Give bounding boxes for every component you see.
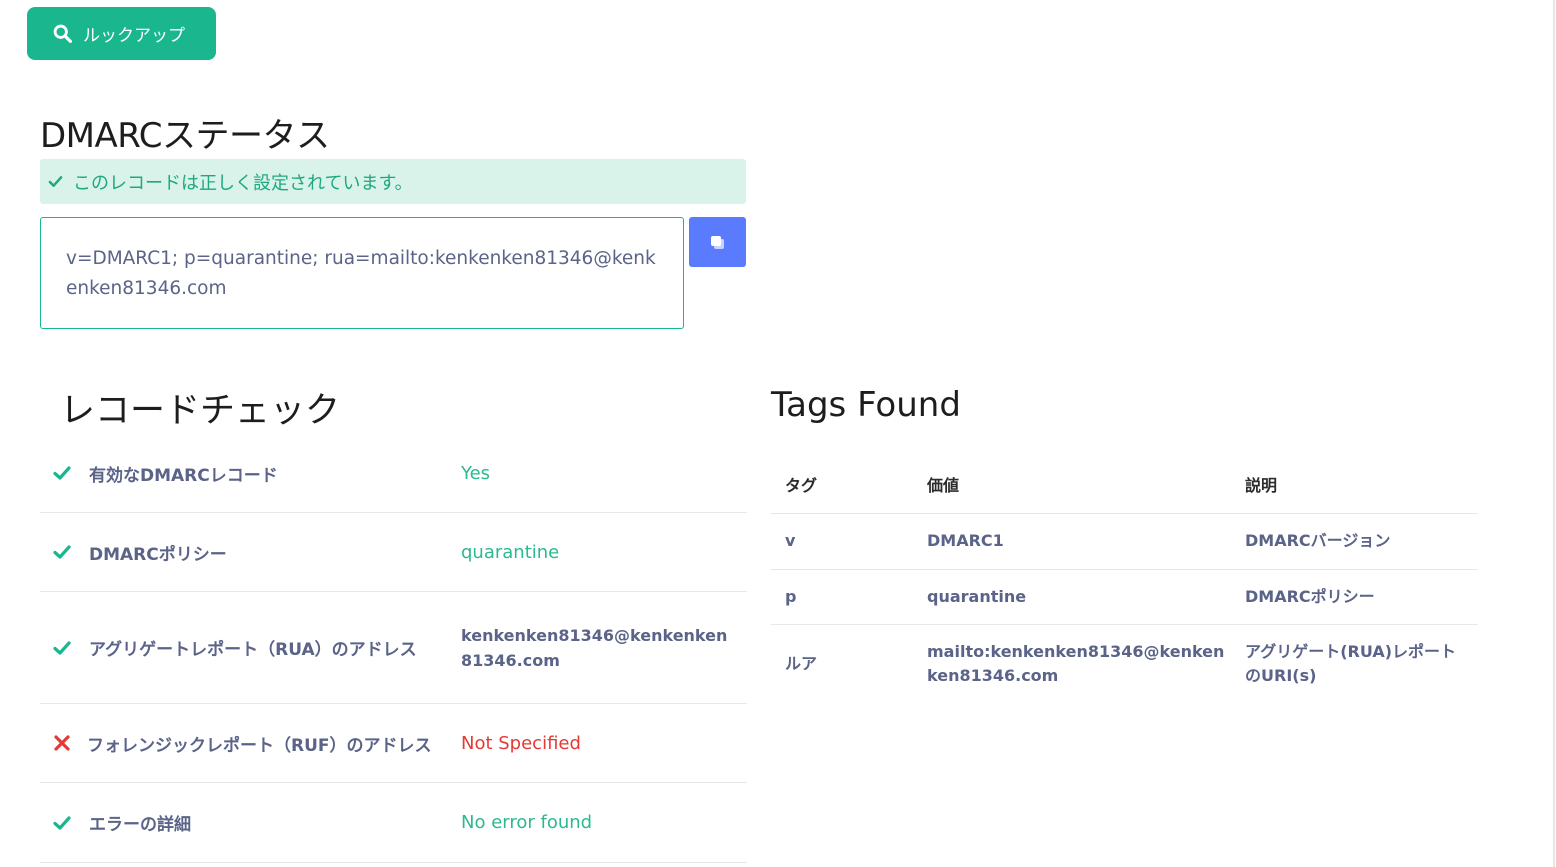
check-icon [48, 176, 63, 187]
lookup-button-label: ルックアップ [83, 26, 185, 46]
description-cell: DMARCバージョン [1245, 513, 1478, 570]
check-label: DMARCポリシー [89, 544, 227, 565]
table-row: v DMARC1 DMARCバージョン [771, 513, 1478, 570]
check-row-policy: DMARCポリシー quarantine [40, 513, 747, 592]
column-header-tag: タグ [771, 455, 927, 514]
copy-button[interactable] [689, 217, 746, 267]
record-check-title: レコードチェック [60, 391, 341, 431]
search-icon [53, 24, 72, 43]
value-cell: mailto:kenkenken81346@kenkenken81346.com [927, 642, 1225, 686]
check-icon [51, 462, 73, 484]
check-row-rua: アグリゲートレポート（RUA）のアドレス kenkenken81346@kenk… [40, 592, 747, 704]
lookup-button[interactable]: ルックアップ [27, 7, 216, 60]
tags-table: タグ 価値 説明 v DMARC1 DMARCバージョン p quarantin… [771, 455, 1478, 704]
check-row-ruf: フォレンジックレポート（RUF）のアドレス Not Specified [40, 704, 747, 783]
check-label: 有効なDMARCレコード [89, 465, 278, 486]
check-row-errors: エラーの詳細 No error found [40, 783, 747, 863]
check-value: kenkenken81346@kenkenken81346.com [461, 625, 728, 670]
success-alert: このレコードは正しく設定されています。 [40, 159, 746, 204]
description-cell: アグリゲート(RUA)レポートのURI(s) [1245, 642, 1457, 686]
check-value: Not Specified [461, 732, 581, 754]
value-cell: DMARC1 [927, 513, 1245, 570]
record-check-list: 有効なDMARCレコード Yes DMARCポリシー quarantine アグ… [40, 434, 747, 863]
check-value: quarantine [461, 541, 560, 563]
check-row-valid-record: 有効なDMARCレコード Yes [40, 434, 747, 513]
table-row: ルア mailto:kenkenken81346@kenkenken81346.… [771, 624, 1478, 704]
tag-cell: ルア [785, 654, 818, 674]
alert-text: このレコードは正しく設定されています。 [73, 172, 413, 194]
check-icon [51, 637, 73, 659]
value-cell: quarantine [927, 569, 1245, 625]
check-value: No error found [461, 812, 593, 833]
column-header-description: 説明 [1245, 455, 1478, 514]
check-label: アグリゲートレポート（RUA）のアドレス [89, 640, 417, 660]
cross-icon [51, 732, 73, 754]
check-label: フォレンジックレポート（RUF）のアドレス [87, 735, 432, 756]
check-value: Yes [461, 462, 491, 484]
check-label: エラーの詳細 [89, 815, 191, 835]
dmarc-status-title: DMARCステータス [40, 116, 330, 156]
check-icon [51, 812, 73, 834]
tags-found-title: Tags Found [771, 385, 961, 425]
dmarc-record-text[interactable]: v=DMARC1; p=quarantine; rua=mailto:kenke… [40, 217, 684, 329]
description-cell: DMARCポリシー [1245, 569, 1478, 625]
copy-icon [710, 235, 725, 249]
scrollbar[interactable] [1553, 0, 1555, 867]
table-header-row: タグ 価値 説明 [771, 455, 1478, 514]
tag-cell: v [771, 513, 927, 570]
check-icon [51, 541, 73, 563]
table-row: p quarantine DMARCポリシー [771, 569, 1478, 625]
column-header-value: 価値 [927, 455, 1245, 514]
tag-cell: p [771, 569, 927, 625]
